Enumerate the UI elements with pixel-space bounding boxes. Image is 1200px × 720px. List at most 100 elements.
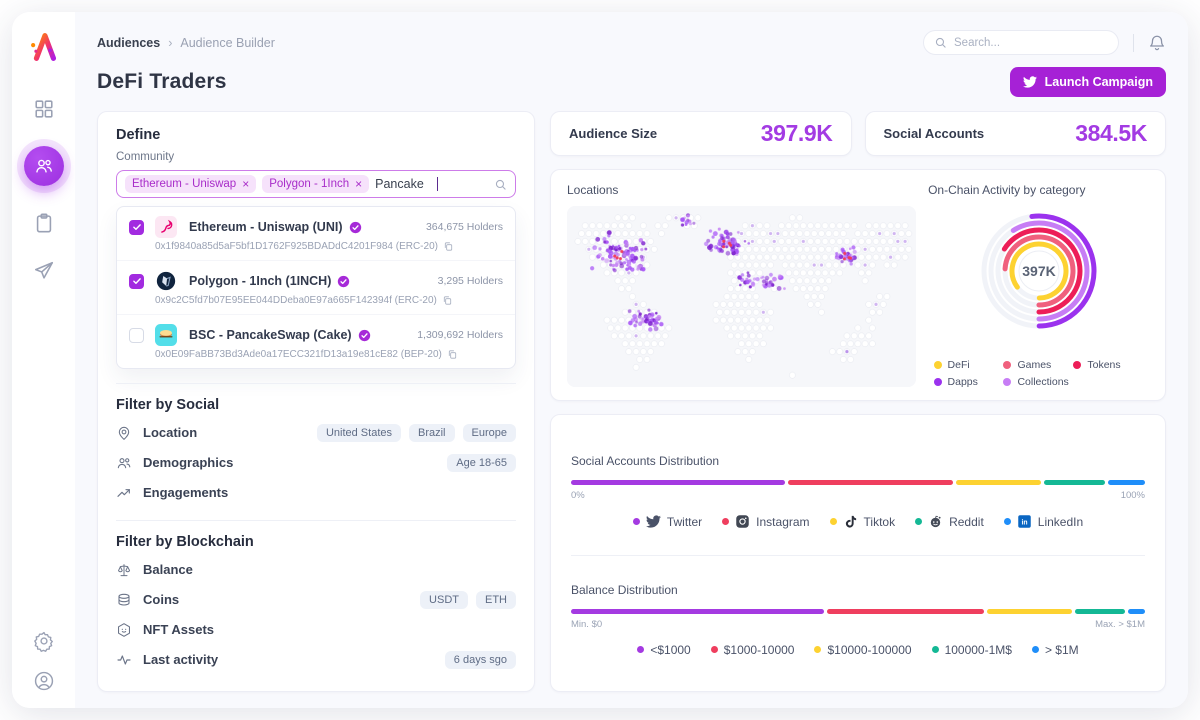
bar-legend-item: Twitter bbox=[633, 514, 702, 529]
app-logo-icon[interactable] bbox=[27, 30, 61, 64]
token-name-label: Polygon - 1Inch (1INCH) bbox=[189, 274, 331, 288]
balance-bar-min: Min. $0 bbox=[571, 619, 602, 630]
breadcrumb-audiences[interactable]: Audiences bbox=[97, 36, 160, 50]
community-option[interactable]: Ethereum - Uniswap (UNI)364,675 Holders0… bbox=[117, 207, 515, 260]
sidebar-item-audiences[interactable] bbox=[24, 146, 64, 186]
filter-chip[interactable]: 6 days sgo bbox=[445, 651, 516, 669]
sidebar-nav bbox=[24, 98, 64, 282]
filter-chip[interactable]: Europe bbox=[463, 424, 516, 442]
svg-text:397K: 397K bbox=[1022, 263, 1055, 279]
sidebar-item-settings[interactable] bbox=[33, 630, 55, 652]
rocket-icon bbox=[33, 260, 55, 282]
bar-legend-item: $1000-10000 bbox=[711, 643, 795, 657]
filter-chip[interactable]: ETH bbox=[476, 591, 516, 609]
twitter-icon bbox=[646, 514, 661, 529]
bar-legend-item: Tiktok bbox=[830, 514, 896, 529]
topbar-right bbox=[923, 30, 1166, 55]
filter-row-demographics[interactable]: DemographicsAge 18-65 bbox=[116, 449, 516, 476]
community-tag-input[interactable]: Ethereum - Uniswap × Polygon - 1Inch × bbox=[116, 170, 516, 198]
filter-blockchain-heading: Filter by Blockchain bbox=[116, 534, 516, 550]
onchain-activity-donut-chart: 397K bbox=[960, 197, 1118, 354]
filter-chip[interactable]: United States bbox=[317, 424, 401, 442]
filter-label: Balance bbox=[143, 562, 193, 577]
legend-label: Tokens bbox=[1087, 359, 1120, 371]
locations-title: Locations bbox=[567, 183, 916, 197]
filter-row-engagements[interactable]: Engagements bbox=[116, 479, 516, 506]
token-name: Ethereum - Uniswap (UNI) bbox=[189, 220, 416, 234]
community-option[interactable]: BSC - PancakeSwap (Cake)1,309,692 Holder… bbox=[117, 314, 515, 368]
legend-label: Games bbox=[1017, 359, 1051, 371]
copy-icon[interactable] bbox=[447, 349, 458, 360]
donut-legend-item: Tokens bbox=[1073, 359, 1143, 371]
community-tag-label: Ethereum - Uniswap bbox=[132, 178, 236, 190]
bar-segment--1000-10000 bbox=[827, 609, 984, 614]
community-tag[interactable]: Polygon - 1Inch × bbox=[262, 175, 369, 193]
breadcrumb-separator: › bbox=[168, 36, 172, 50]
tiktok-icon bbox=[843, 514, 858, 529]
search-bar[interactable] bbox=[923, 30, 1119, 55]
community-dropdown: Ethereum - Uniswap (UNI)364,675 Holders0… bbox=[116, 206, 516, 369]
remove-tag-icon[interactable]: × bbox=[355, 178, 362, 190]
filter-by-blockchain-section: Filter by Blockchain BalanceCoinsUSDTETH… bbox=[116, 520, 516, 673]
filter-chips: United States Brazil Europe bbox=[317, 424, 516, 442]
filter-label: Location bbox=[143, 425, 197, 440]
filter-row-last-activity[interactable]: Last activity 6 days sgo bbox=[116, 646, 516, 673]
community-tag[interactable]: Ethereum - Uniswap × bbox=[125, 175, 256, 193]
sidebar-item-dashboard[interactable] bbox=[33, 98, 55, 120]
filter-chip[interactable]: Brazil bbox=[409, 424, 455, 442]
token-address-text: 0x9c2C5fd7b07E95EE044DDeba0E97a665F14239… bbox=[155, 295, 437, 306]
balance-distribution-section: Balance Distribution Min. $0 Max. > $1M … bbox=[571, 555, 1145, 683]
filter-label: Last activity bbox=[143, 652, 218, 667]
sidebar-item-account[interactable] bbox=[33, 670, 55, 692]
token-name: BSC - PancakeSwap (Cake) bbox=[189, 328, 407, 342]
filter-by-social-section: Filter by Social Location United States Br… bbox=[116, 383, 516, 506]
filter-row-location[interactable]: Location United States Brazil Europe bbox=[116, 419, 516, 446]
filter-row-balance[interactable]: Balance bbox=[116, 556, 516, 583]
balance-distribution-title: Balance Distribution bbox=[571, 583, 1145, 597]
bar-segment-instagram bbox=[788, 480, 954, 485]
notifications-bell-icon[interactable] bbox=[1148, 34, 1166, 52]
checkbox-checked[interactable] bbox=[129, 220, 144, 235]
legend-dot bbox=[1004, 518, 1011, 525]
social-bar-range-labels: 0% 100% bbox=[571, 490, 1145, 501]
search-input[interactable] bbox=[954, 37, 1108, 49]
audience-builder-panel: Define Community Ethereum - Uniswap×Poly… bbox=[97, 111, 535, 692]
text-cursor bbox=[437, 177, 438, 191]
checkbox-unchecked[interactable] bbox=[129, 328, 144, 343]
filter-row-nft-assets[interactable]: NFT Assets bbox=[116, 616, 516, 643]
community-option[interactable]: Polygon - 1Inch (1INCH)3,295 Holders0x9c… bbox=[117, 260, 515, 314]
checkbox-checked[interactable] bbox=[129, 274, 144, 289]
token-address: 0x0E09FaBB73Bd3Ade0a17ECC321fD13a19e81cE… bbox=[155, 349, 503, 360]
filter-row-coins[interactable]: CoinsUSDTETH bbox=[116, 586, 516, 613]
sidebar-item-campaigns[interactable] bbox=[33, 260, 55, 282]
bar-segment-100000-1m- bbox=[1075, 609, 1126, 614]
legend-dot bbox=[814, 646, 821, 653]
verified-badge-icon bbox=[358, 329, 371, 342]
legend-dot bbox=[934, 378, 942, 386]
community-tag-label: Polygon - 1Inch bbox=[269, 178, 349, 190]
social-bar-legend: TwitterInstagramTiktokRedditinLinkedIn bbox=[571, 514, 1145, 529]
locations-card: Locations On-Chain Activity by category … bbox=[550, 169, 1166, 401]
filter-chip[interactable]: USDT bbox=[420, 591, 468, 609]
legend-label: Tiktok bbox=[864, 515, 896, 529]
stats-row: Audience Size 397.9K Social Accounts 384… bbox=[550, 111, 1166, 156]
community-search-input[interactable] bbox=[375, 177, 435, 191]
token-address: 0x9c2C5fd7b07E95EE044DDeba0E97a665F14239… bbox=[155, 295, 503, 306]
legend-label: $10000-100000 bbox=[827, 643, 911, 657]
sidebar bbox=[12, 12, 75, 708]
copy-icon[interactable] bbox=[443, 241, 454, 252]
copy-icon[interactable] bbox=[442, 295, 453, 306]
sidebar-item-reports[interactable] bbox=[33, 212, 55, 234]
donut-legend: DeFiGamesTokensDappsCollections bbox=[934, 354, 1144, 388]
launch-campaign-button[interactable]: Launch Campaign bbox=[1010, 67, 1166, 97]
remove-tag-icon[interactable]: × bbox=[242, 178, 249, 190]
legend-dot bbox=[830, 518, 837, 525]
social-distribution-title: Social Accounts Distribution bbox=[571, 454, 1145, 468]
filter-chip[interactable]: Age 18-65 bbox=[447, 454, 516, 472]
clipboard-icon bbox=[33, 212, 55, 234]
balance-distribution-bar bbox=[571, 609, 1145, 614]
donut-legend-item: Dapps bbox=[934, 376, 1004, 388]
audience-icon bbox=[34, 156, 54, 176]
filter-social-heading: Filter by Social bbox=[116, 397, 516, 413]
legend-label: Dapps bbox=[948, 376, 978, 388]
